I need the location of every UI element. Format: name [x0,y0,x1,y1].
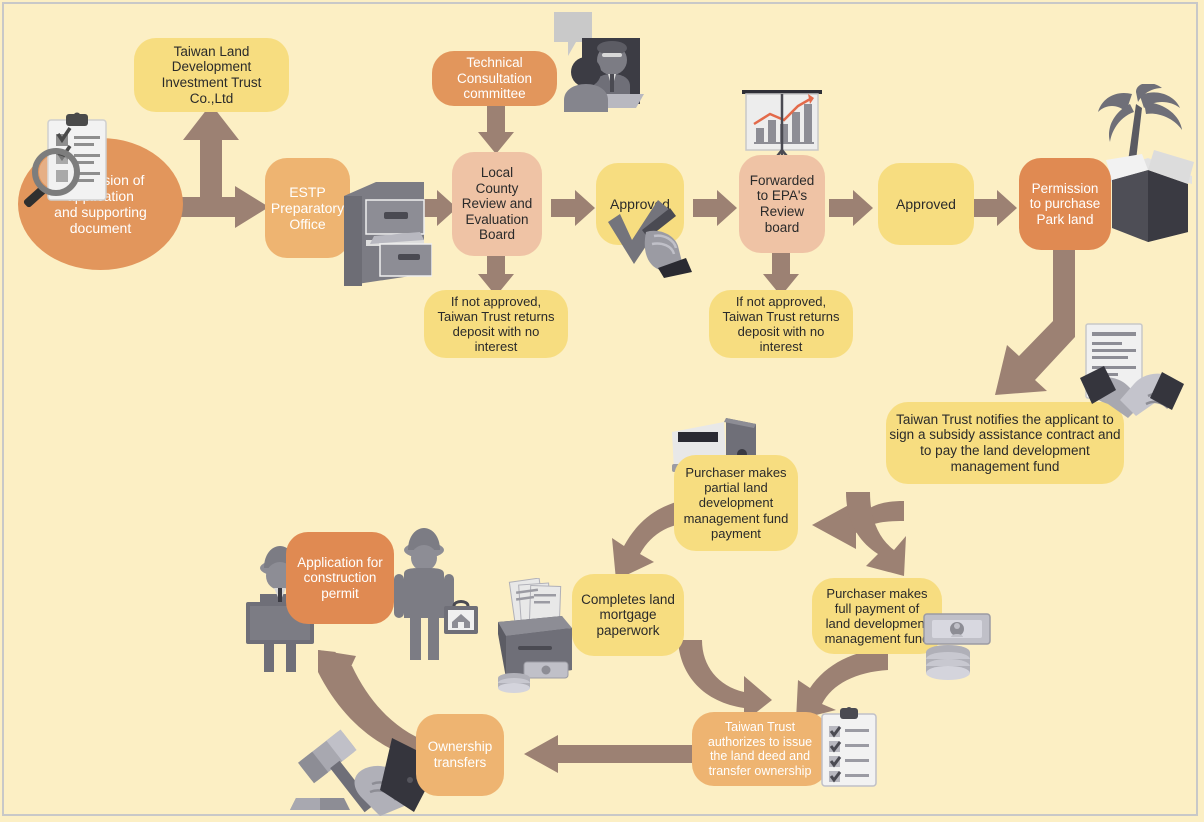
node-estp-office[interactable]: ESTP Preparatory Office [265,158,350,258]
arrow-notify-to-full-payment [836,492,906,576]
node-technical-committee[interactable]: Technical Consultation committee [432,51,557,106]
node-not-approved-1[interactable]: If not approved, Taiwan Trust returns de… [424,290,568,358]
node-partial-payment[interactable]: Purchaser makes partial land development… [674,455,798,551]
money-stack-icon [918,610,994,682]
worker-toolbox-icon [388,524,480,660]
meeting-people-icon [540,8,644,112]
arrow-approved-2-to-permission [973,190,1017,226]
node-ownership-transfers[interactable]: Ownership transfers [416,714,504,796]
arrow-committee-to-local-county [478,104,514,154]
node-issue-land-deed[interactable]: Taiwan Trust authorizes to issue the lan… [692,712,828,786]
arrow-issue-deed-to-ownership [524,735,696,773]
flowchart-canvas: Submission of application and supporting… [0,0,1204,822]
node-local-county-board[interactable]: Local County Review and Evaluation Board [452,152,542,256]
node-epa-review-board[interactable]: Forwarded to EPA's Review board [739,155,825,253]
filing-cabinet-icon [340,178,432,286]
node-taiwan-trust-co[interactable]: Taiwan Land Development Investment Trust… [134,38,289,112]
clipboard-magnifier-icon [18,112,126,220]
node-permission-purchase[interactable]: Permission to purchase Park land [1019,158,1111,250]
hand-checkmark-icon [602,196,698,278]
node-approved-2[interactable]: Approved [878,163,974,245]
node-land-mortgage[interactable]: Completes land mortgage paperwork [572,574,684,656]
checklist-clipboard-icon [818,706,880,788]
arrow-submission-to-estp [171,186,269,228]
arrow-permission-to-notify [985,245,1075,395]
node-not-approved-2[interactable]: If not approved, Taiwan Trust returns de… [709,290,853,358]
node-construction-permit[interactable]: Application for construction permit [286,532,394,624]
arrow-epa-to-approved-2 [829,190,873,226]
arrow-approved-1-to-epa [693,190,737,226]
arrow-land-mortgage-to-issue-deed [678,640,772,722]
handshake-contract-icon [1078,322,1186,432]
arrow-epa-to-not-approved-2 [763,248,799,296]
arrow-local-county-to-approved-1 [551,190,595,226]
